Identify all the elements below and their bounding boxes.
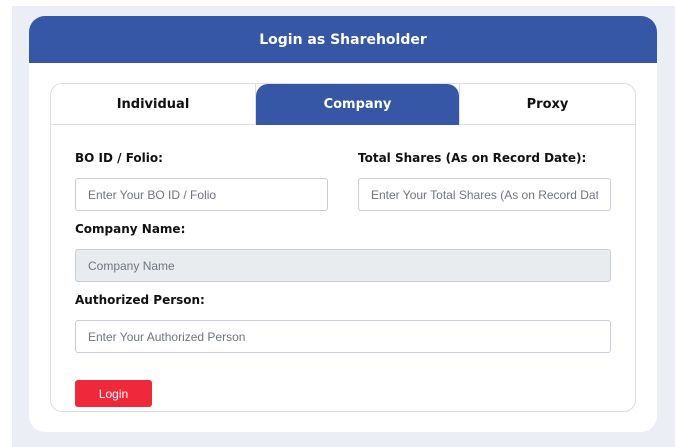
tab-proxy[interactable]: Proxy <box>459 84 635 125</box>
tab-proxy-label: Proxy <box>526 97 569 112</box>
login-form-panel: Individual Company Proxy BO ID / Folio: … <box>50 83 636 412</box>
authorized-person-input[interactable] <box>75 320 611 353</box>
tab-individual[interactable]: Individual <box>51 84 256 125</box>
company-name-label: Company Name: <box>75 222 186 236</box>
total-shares-label: Total Shares (As on Record Date): <box>358 151 587 165</box>
bo-id-input[interactable] <box>75 178 328 211</box>
login-card: Login as Shareholder Individual Company … <box>29 16 657 432</box>
card-title: Login as Shareholder <box>259 31 427 48</box>
bo-id-label: BO ID / Folio: <box>75 151 163 165</box>
authorized-person-label: Authorized Person: <box>75 293 205 307</box>
tab-bar: Individual Company Proxy <box>51 84 635 125</box>
tab-company[interactable]: Company <box>256 84 459 125</box>
tab-individual-label: Individual <box>116 97 190 112</box>
login-button[interactable]: Login <box>75 380 152 407</box>
company-name-input[interactable] <box>75 249 611 282</box>
total-shares-input[interactable] <box>358 178 611 211</box>
card-header: Login as Shareholder <box>29 16 657 63</box>
tab-company-label: Company <box>323 97 392 112</box>
